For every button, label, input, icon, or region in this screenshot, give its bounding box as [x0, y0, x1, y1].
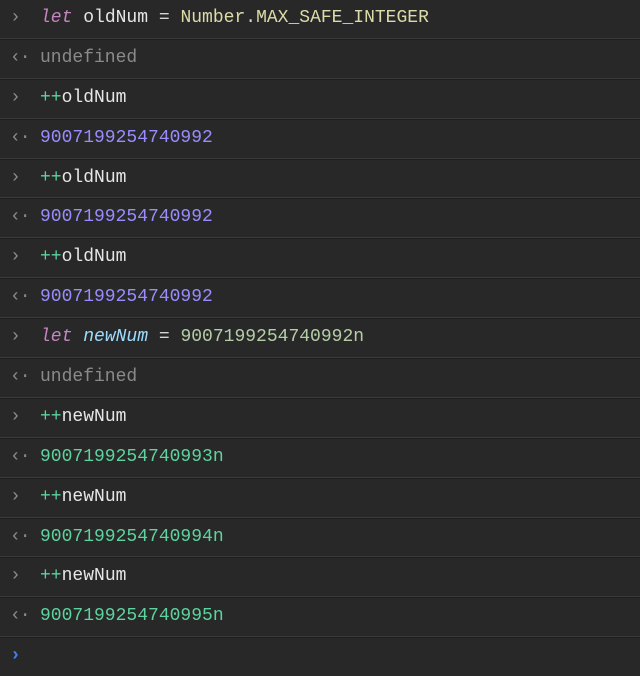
- console-input-code: let oldNum = Number.MAX_SAFE_INTEGER: [40, 5, 634, 33]
- increment-operator: ++: [40, 566, 62, 586]
- chevron-right-icon: ›: [10, 85, 40, 113]
- chevron-right-icon: ›: [10, 324, 40, 352]
- identifier: oldNum: [62, 247, 127, 267]
- result-bigint: 9007199254740995n: [40, 603, 634, 631]
- console-input-code: ++newNum: [40, 563, 634, 591]
- console-output-row: ‹· 9007199254740992: [0, 278, 640, 318]
- devtools-console: › let oldNum = Number.MAX_SAFE_INTEGER ‹…: [0, 0, 640, 676]
- chevron-right-icon: ›: [10, 244, 40, 272]
- chevron-left-dot-icon: ‹·: [10, 284, 40, 312]
- increment-operator: ++: [40, 407, 62, 427]
- chevron-right-icon: ›: [10, 484, 40, 512]
- identifier: newNum: [62, 487, 127, 507]
- console-output-row: ‹· 9007199254740995n: [0, 597, 640, 637]
- keyword-let: let: [40, 8, 72, 28]
- chevron-right-icon: ›: [10, 165, 40, 193]
- chevron-left-dot-icon: ‹·: [10, 444, 40, 472]
- increment-operator: ++: [40, 487, 62, 507]
- result-number: 9007199254740992: [40, 125, 634, 153]
- equals-operator: =: [148, 327, 180, 347]
- console-input-code: let newNum = 9007199254740992n: [40, 324, 634, 352]
- console-output-row: ‹· 9007199254740994n: [0, 518, 640, 558]
- console-input-row[interactable]: › ++oldNum: [0, 238, 640, 278]
- console-input-code: ++newNum: [40, 404, 634, 432]
- keyword-let: let: [40, 327, 72, 347]
- chevron-left-dot-icon: ‹·: [10, 524, 40, 552]
- result-undefined: undefined: [40, 364, 634, 392]
- bigint-literal: 9007199254740992n: [180, 327, 364, 347]
- identifier: newNum: [83, 327, 148, 347]
- result-bigint: 9007199254740993n: [40, 444, 634, 472]
- chevron-right-icon: ›: [10, 563, 40, 591]
- console-input-row[interactable]: › ++newNum: [0, 478, 640, 518]
- console-prompt-row[interactable]: ›: [0, 637, 640, 676]
- increment-operator: ++: [40, 247, 62, 267]
- console-input-row[interactable]: › ++newNum: [0, 557, 640, 597]
- dot-operator: .: [245, 8, 256, 28]
- identifier: newNum: [62, 407, 127, 427]
- console-input-row[interactable]: › let oldNum = Number.MAX_SAFE_INTEGER: [0, 0, 640, 39]
- chevron-right-icon: ›: [10, 5, 40, 33]
- chevron-left-dot-icon: ‹·: [10, 204, 40, 232]
- global-object: Number: [180, 8, 245, 28]
- console-output-row: ‹· 9007199254740992: [0, 198, 640, 238]
- result-number: 9007199254740992: [40, 284, 634, 312]
- console-input-row[interactable]: › ++newNum: [0, 398, 640, 438]
- chevron-left-dot-icon: ‹·: [10, 364, 40, 392]
- chevron-left-dot-icon: ‹·: [10, 125, 40, 153]
- console-output-row: ‹· 9007199254740992: [0, 119, 640, 159]
- identifier: oldNum: [83, 8, 148, 28]
- console-output-row: ‹· 9007199254740993n: [0, 438, 640, 478]
- result-undefined: undefined: [40, 45, 634, 73]
- result-bigint: 9007199254740994n: [40, 524, 634, 552]
- identifier: newNum: [62, 566, 127, 586]
- console-input-code: ++oldNum: [40, 244, 634, 272]
- console-output-row: ‹· undefined: [0, 39, 640, 79]
- identifier: oldNum: [62, 88, 127, 108]
- chevron-right-icon: ›: [10, 404, 40, 432]
- result-number: 9007199254740992: [40, 204, 634, 232]
- chevron-left-dot-icon: ‹·: [10, 45, 40, 73]
- increment-operator: ++: [40, 168, 62, 188]
- equals-operator: =: [148, 8, 180, 28]
- console-input-row[interactable]: › let newNum = 9007199254740992n: [0, 318, 640, 358]
- console-input-code: ++oldNum: [40, 165, 634, 193]
- identifier: oldNum: [62, 168, 127, 188]
- constant: MAX_SAFE_INTEGER: [256, 8, 429, 28]
- console-input-code: ++newNum: [40, 484, 634, 512]
- console-input-row[interactable]: › ++oldNum: [0, 159, 640, 199]
- console-input-code: ++oldNum: [40, 85, 634, 113]
- console-output-row: ‹· undefined: [0, 358, 640, 398]
- increment-operator: ++: [40, 88, 62, 108]
- console-input-row[interactable]: › ++oldNum: [0, 79, 640, 119]
- chevron-left-dot-icon: ‹·: [10, 603, 40, 631]
